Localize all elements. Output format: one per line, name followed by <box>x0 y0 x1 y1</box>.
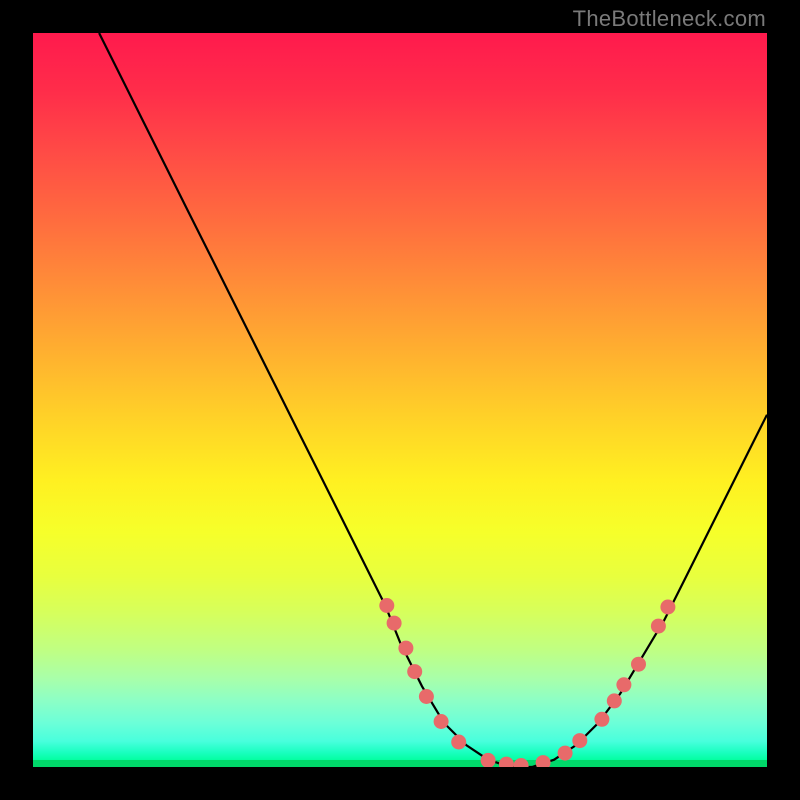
highlight-dot <box>387 616 402 631</box>
highlight-dot <box>572 733 587 748</box>
highlight-dot <box>499 757 514 767</box>
highlight-dot <box>651 619 666 634</box>
highlight-dot <box>398 641 413 656</box>
highlight-dot <box>379 598 394 613</box>
highlight-dot <box>558 746 573 761</box>
highlight-dots <box>379 598 675 767</box>
highlight-dot <box>536 755 551 767</box>
curve-layer <box>33 33 767 767</box>
highlight-dot <box>407 664 422 679</box>
chart-frame: TheBottleneck.com <box>0 0 800 800</box>
highlight-dot <box>434 714 449 729</box>
bottleneck-curve <box>99 33 767 767</box>
watermark-text: TheBottleneck.com <box>573 6 766 32</box>
highlight-dot <box>660 600 675 615</box>
highlight-dot <box>631 657 646 672</box>
highlight-dot <box>514 758 529 767</box>
highlight-dot <box>607 693 622 708</box>
highlight-dot <box>594 712 609 727</box>
highlight-dot <box>616 677 631 692</box>
highlight-dot <box>451 735 466 750</box>
highlight-dot <box>419 689 434 704</box>
